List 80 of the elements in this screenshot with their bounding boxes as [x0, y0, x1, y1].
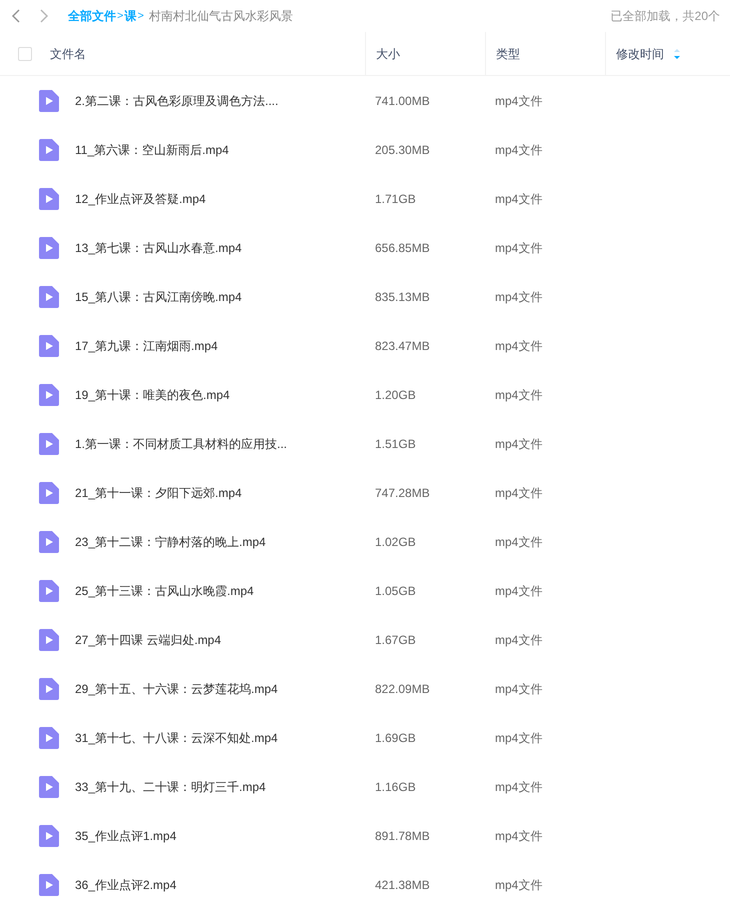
video-file-icon	[39, 138, 59, 160]
video-file-icon	[39, 776, 59, 798]
column-header[interactable]: 文件名	[50, 44, 86, 62]
file-type: mp4文件	[494, 92, 544, 110]
file-size: 1.16GB	[374, 778, 417, 796]
file-name[interactable]: 15_第八课：古风江南傍晚.mp4	[75, 288, 242, 306]
file-type: mp4文件	[494, 386, 544, 404]
video-file-icon	[39, 286, 59, 308]
file-name[interactable]: 29_第十五、十六课：云梦莲花坞.mp4	[75, 680, 278, 698]
video-file-icon	[39, 530, 59, 552]
file-size: 1.71GB	[374, 190, 417, 208]
forward-icon[interactable]	[38, 9, 50, 23]
file-type: mp4文件	[494, 876, 544, 894]
file-type: mp4文件	[494, 632, 544, 648]
file-type: mp4文件	[494, 240, 544, 256]
file-type: mp4文件	[494, 778, 544, 796]
file-name[interactable]: 23_第十二课：宁静村落的晚上.mp4	[75, 532, 266, 550]
column-header[interactable]: 类型	[496, 44, 520, 62]
file-size: 1.05GB	[374, 582, 417, 600]
file-size: 421.38MB	[374, 876, 431, 894]
video-file-icon	[39, 236, 59, 258]
file-name[interactable]: 36_作业点评2.mp4	[75, 876, 176, 894]
file-name[interactable]: 25_第十三课：古风山水晚霞.mp4	[75, 582, 254, 600]
file-size: 747.28MB	[374, 484, 431, 502]
video-file-icon	[39, 874, 59, 896]
video-file-icon	[39, 482, 59, 504]
video-file-icon	[39, 90, 59, 112]
file-name[interactable]: 33_第十九、二十课：明灯三千.mp4	[75, 778, 266, 796]
back-icon[interactable]	[10, 9, 22, 23]
video-file-icon	[39, 628, 59, 650]
file-size: 1.51GB	[374, 436, 417, 452]
file-name[interactable]: 35_作业点评1.mp4	[75, 826, 176, 844]
file-type: mp4文件	[494, 436, 544, 452]
file-size: 1.20GB	[374, 386, 417, 404]
load-status: 已全部加载，共20个	[610, 8, 720, 25]
video-file-icon	[39, 824, 59, 846]
file-name[interactable]: 21_第十一课：夕阳下远郊.mp4	[75, 484, 242, 502]
file-type: mp4文件	[494, 730, 544, 746]
file-size: 1.69GB	[374, 730, 417, 746]
breadcrumb-current: 村南村北仙气古风水彩风景	[148, 8, 293, 25]
video-file-icon	[39, 334, 59, 356]
file-type: mp4文件	[494, 680, 544, 698]
file-size: 656.85MB	[374, 240, 431, 256]
video-file-icon	[39, 678, 59, 700]
file-name[interactable]: 2.第二课：古风色彩原理及调色方法....	[75, 92, 278, 110]
breadcrumb-separator: >	[137, 8, 144, 24]
file-size: 741.00MB	[374, 92, 431, 110]
file-name[interactable]: 27_第十四课 云端归处.mp4	[75, 630, 222, 648]
video-file-icon	[39, 188, 59, 210]
file-size: 205.30MB	[374, 142, 431, 158]
video-file-icon	[39, 726, 59, 748]
file-size: 1.67GB	[374, 632, 417, 648]
file-name[interactable]: 19_第十课：唯美的夜色.mp4	[75, 386, 230, 404]
select-all-checkbox[interactable]	[18, 46, 32, 60]
file-type: mp4文件	[494, 338, 544, 354]
video-file-icon	[39, 432, 59, 454]
file-name[interactable]: 11_第六课：空山新雨后.mp4	[75, 140, 229, 158]
file-name[interactable]: 1.第一课：不同材质工具材料的应用技...	[75, 434, 288, 452]
file-type: mp4文件	[494, 582, 544, 600]
file-size: 822.09MB	[374, 680, 431, 698]
file-size: 835.13MB	[374, 288, 431, 306]
file-name[interactable]: 31_第十七、十八课：云深不知处.mp4	[75, 728, 278, 746]
file-type: mp4文件	[494, 288, 544, 306]
video-file-icon	[39, 580, 59, 602]
file-size: 891.78MB	[374, 828, 431, 844]
file-size: 1.02GB	[374, 534, 417, 550]
column-header[interactable]: 修改时间	[616, 44, 664, 62]
sort-icon[interactable]	[674, 48, 680, 58]
file-name[interactable]: 12_作业点评及答疑.mp4	[75, 190, 206, 208]
file-type: mp4文件	[494, 190, 544, 208]
file-type: mp4文件	[494, 534, 544, 550]
column-header[interactable]: 大小	[376, 44, 400, 62]
breadcrumb-separator: >	[117, 8, 124, 24]
file-name[interactable]: 13_第七课：古风山水春意.mp4	[75, 238, 242, 256]
file-type: mp4文件	[494, 828, 544, 844]
file-type: mp4文件	[494, 484, 544, 502]
file-name[interactable]: 17_第九课：江南烟雨.mp4	[75, 336, 218, 354]
file-type: mp4文件	[494, 142, 544, 158]
video-file-icon	[39, 384, 59, 406]
file-size: 823.47MB	[374, 338, 431, 354]
